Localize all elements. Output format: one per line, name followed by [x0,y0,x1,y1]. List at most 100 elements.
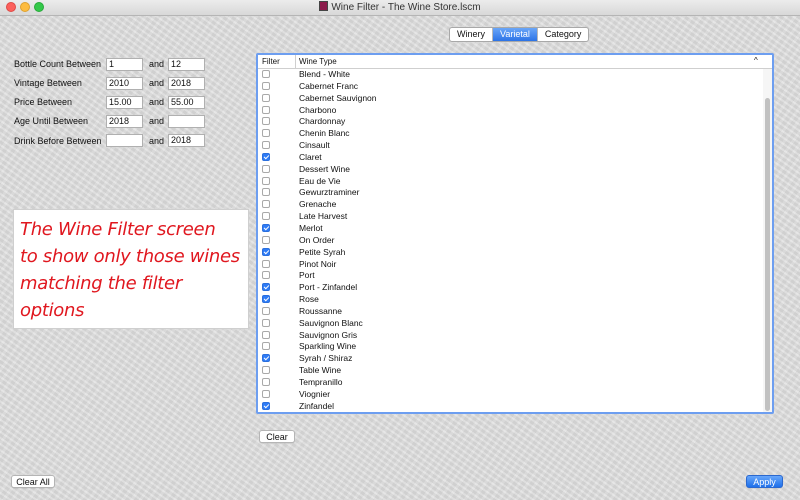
wine-type-label: Cabernet Franc [299,80,359,91]
wine-type-label: Late Harvest [299,211,348,222]
and-label: and [149,78,165,88]
wine-type-label: Blend - White [299,69,351,79]
drink-before-to-field[interactable]: 2018 [168,134,205,147]
wine-type-label: Dessert Wine [299,163,351,174]
table-row[interactable]: Blend - White [258,69,764,81]
annotation-callout: The Wine Filter screen to show only thos… [13,209,249,329]
wine-type-label: Claret [299,151,322,162]
filter-checkbox[interactable] [262,306,270,315]
price-from-field[interactable]: 15.00 [106,96,143,109]
filter-type-tabs: Winery Varietal Category [449,27,590,42]
filter-checkbox[interactable] [262,223,270,232]
sort-ascending-icon[interactable]: ^ [754,56,758,65]
window-title-wrap: Wine Filter - The Wine Store.lscm [0,1,800,13]
filter-checkbox[interactable] [262,176,270,185]
filter-checkbox[interactable] [262,81,270,90]
table-row[interactable]: Charbono [258,105,764,117]
wine-type-label: Grenache [299,199,337,210]
and-label: and [149,116,165,126]
table-row[interactable]: Syrah / Shiraz [258,353,764,365]
table-row[interactable]: Chenin Blanc [258,128,764,140]
clear-button[interactable]: Clear [259,430,295,443]
column-header-wine-type[interactable]: Wine Type [299,57,337,66]
table-row[interactable]: Chardonnay [258,116,764,128]
table-row[interactable]: Roussanne [258,306,764,318]
clear-all-button[interactable]: Clear All [11,475,55,488]
table-row[interactable]: Claret [258,152,764,164]
vintage-to-field[interactable]: 2018 [168,77,205,90]
filter-checkbox[interactable] [262,129,270,138]
filter-checkbox[interactable] [262,235,270,244]
wine-type-label: Sparkling Wine [299,341,357,352]
wine-type-label: Tempranillo [299,376,343,387]
table-row[interactable]: Eau de Vie [258,176,764,188]
table-row[interactable]: Viognier [258,389,764,401]
table-row[interactable]: Petite Syrah [258,247,764,259]
age-until-to-field[interactable] [168,115,205,128]
price-to-field[interactable]: 55.00 [168,96,205,109]
table-row[interactable]: Gewurztraminer [258,187,764,199]
table-row[interactable]: Sauvignon Blanc [258,318,764,330]
table-body: Blend - White Cabernet Franc Cabernet Sauv… [258,69,764,412]
filter-checkbox[interactable] [262,389,270,398]
vintage-from-field[interactable]: 2010 [106,77,143,90]
table-row[interactable]: Dessert Wine [258,164,764,176]
tab-varietal[interactable]: Varietal [493,28,538,41]
tab-category[interactable]: Category [538,28,589,41]
filter-checkbox[interactable] [262,93,270,102]
table-row[interactable]: Table Wine [258,365,764,377]
filter-checkbox[interactable] [262,354,270,363]
filter-checkbox[interactable] [262,117,270,126]
apply-button[interactable]: Apply [746,475,783,488]
table-row[interactable]: Cabernet Franc [258,81,764,93]
table-row[interactable]: Pinot Noir [258,259,764,271]
tab-winery[interactable]: Winery [450,28,494,41]
table-row[interactable]: Rose [258,294,764,306]
filter-checkbox[interactable] [262,271,270,280]
vertical-scrollbar[interactable] [763,69,772,412]
filter-checkbox[interactable] [262,377,270,386]
filter-checkbox[interactable] [262,330,270,339]
table-row[interactable]: Port - Zinfandel [258,282,764,294]
filter-checkbox[interactable] [262,164,270,173]
wine-type-label: Port [299,270,315,281]
filter-checkbox[interactable] [262,318,270,327]
wine-type-table[interactable]: Filter Wine Type ^ Blend - White Cabernet… [256,53,774,414]
filter-checkbox[interactable] [262,152,270,161]
filter-checkbox[interactable] [262,259,270,268]
table-row[interactable]: Sauvignon Gris [258,330,764,342]
filter-checkbox[interactable] [262,141,270,150]
filter-checkbox[interactable] [262,70,270,78]
filter-checkbox[interactable] [262,188,270,197]
wine-type-label: Chenin Blanc [299,128,350,139]
wine-type-label: Eau de Vie [299,175,341,186]
bottle-count-to-field[interactable]: 12 [168,58,205,71]
table-row[interactable]: Grenache [258,199,764,211]
table-row[interactable]: Tempranillo [258,377,764,389]
column-header-filter[interactable]: Filter [262,57,280,66]
window-title: Wine Filter - The Wine Store.lscm [331,2,481,13]
filter-checkbox[interactable] [262,366,270,375]
table-row[interactable]: Port [258,270,764,282]
table-row[interactable]: Zinfandel [258,401,764,412]
age-until-label: Age Until Between [14,116,89,126]
filter-checkbox[interactable] [262,283,270,292]
filter-checkbox[interactable] [262,247,270,256]
table-row[interactable]: Merlot [258,223,764,235]
filter-checkbox[interactable] [262,212,270,221]
filter-checkbox[interactable] [262,342,270,351]
filter-checkbox[interactable] [262,200,270,209]
table-row[interactable]: Cinsault [258,140,764,152]
table-row[interactable]: Late Harvest [258,211,764,223]
scrollbar-thumb[interactable] [765,98,770,411]
age-until-from-field[interactable]: 2018 [106,115,143,128]
filter-checkbox[interactable] [262,401,270,410]
wine-type-label: Sauvignon Blanc [299,317,363,328]
table-row[interactable]: Sparkling Wine [258,341,764,353]
filter-checkbox[interactable] [262,295,270,304]
filter-checkbox[interactable] [262,105,270,114]
drink-before-from-field[interactable] [106,134,143,147]
table-row[interactable]: On Order [258,235,764,247]
table-row[interactable]: Cabernet Sauvignon [258,93,764,105]
bottle-count-from-field[interactable]: 1 [106,58,143,71]
